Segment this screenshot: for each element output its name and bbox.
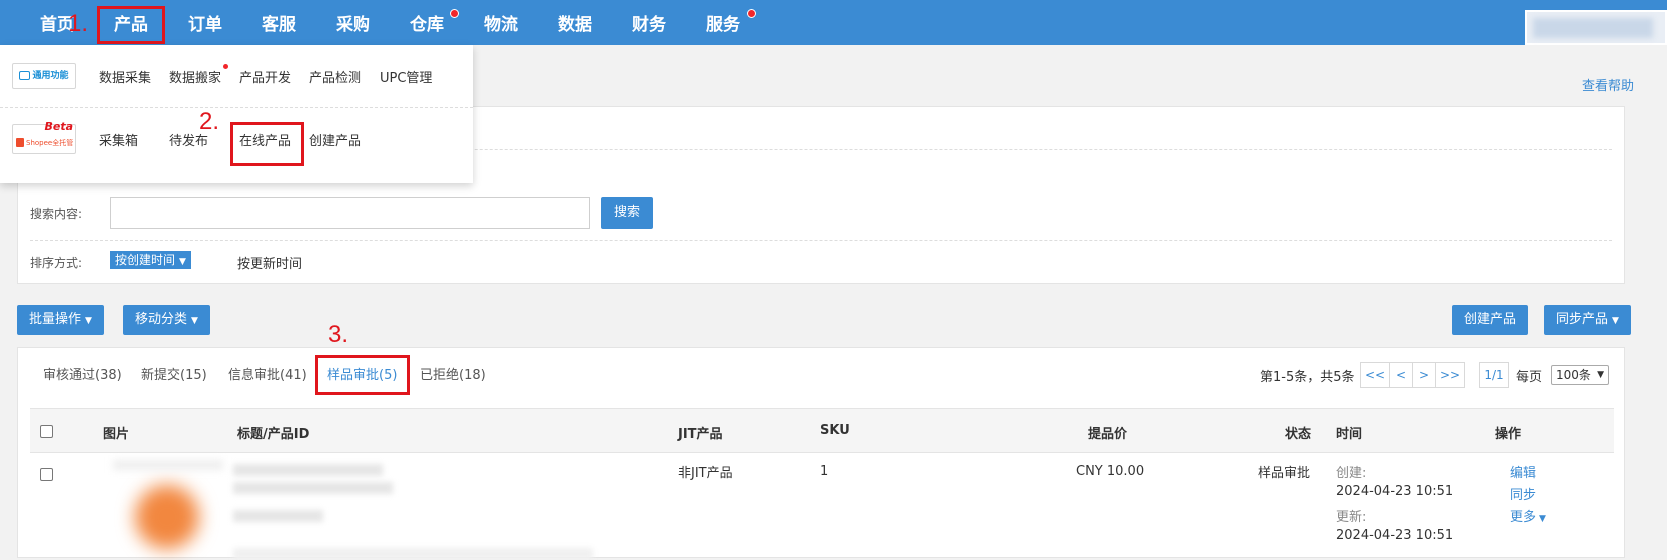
edit-link[interactable]: 编辑 bbox=[1510, 462, 1536, 481]
menu-create-product[interactable]: 创建产品 bbox=[309, 130, 361, 149]
menu-product-development[interactable]: 产品开发 bbox=[239, 67, 291, 86]
header-status: 状态 bbox=[1285, 427, 1312, 442]
annotation-step-1: 1. bbox=[68, 10, 89, 37]
shopee-bag-icon bbox=[16, 138, 24, 147]
product-list-panel: 审核通过(38) 新提交(15) 信息审批(41) 样品审批(5) 已拒绝(18… bbox=[17, 347, 1625, 560]
migration-notification-dot bbox=[223, 64, 228, 69]
annotation-step-2: 2. bbox=[199, 108, 220, 135]
general-functions-logo: 通用功能 bbox=[12, 63, 76, 89]
header-actions: 操作 bbox=[1495, 427, 1522, 442]
help-link[interactable]: 查看帮助 bbox=[1582, 75, 1634, 94]
beta-badge: Beta bbox=[44, 120, 73, 133]
header-jit: JIT产品 bbox=[678, 427, 723, 442]
nav-services[interactable]: 服务 bbox=[706, 0, 740, 45]
row-created-time: 2024-04-23 10:51 bbox=[1336, 484, 1454, 499]
shopee-logo-text: Shopee全托管 bbox=[26, 139, 74, 147]
sort-by-created-time[interactable]: 按创建时间 ▼ bbox=[110, 251, 191, 269]
per-page-select[interactable]: 100条 ▼ bbox=[1551, 365, 1609, 385]
menu-product-inspection[interactable]: 产品检测 bbox=[309, 67, 361, 86]
user-account-area[interactable] bbox=[1525, 10, 1667, 45]
sync-product-button[interactable]: 同步产品 ▼ bbox=[1544, 305, 1631, 335]
batch-operations-button[interactable]: 批量操作 ▼ bbox=[17, 305, 104, 335]
last-page-button[interactable]: >> bbox=[1435, 362, 1465, 388]
general-functions-logo-text: 通用功能 bbox=[32, 71, 69, 81]
sync-product-label: 同步产品 bbox=[1556, 312, 1609, 327]
row-jit: 非JIT产品 bbox=[678, 466, 733, 481]
header-price: 提品价 bbox=[1088, 427, 1128, 442]
menu-data-migration[interactable]: 数据搬家 bbox=[169, 67, 221, 86]
sync-link[interactable]: 同步 bbox=[1510, 484, 1536, 503]
header-sku: SKU bbox=[820, 423, 850, 438]
annotation-step-3: 3. bbox=[328, 321, 349, 348]
row-updated-time: 2024-04-23 10:51 bbox=[1336, 528, 1454, 543]
services-notification-dot bbox=[747, 9, 756, 18]
annotation-box-products bbox=[97, 6, 165, 44]
product-title-blurred[interactable] bbox=[233, 460, 603, 560]
table-header: 图片 标题/产品ID JIT产品 SKU 提品价 状态 时间 操作 bbox=[30, 408, 1614, 453]
top-navigation-bar: 首页 产品 订单 客服 采购 仓库 物流 数据 财务 服务 bbox=[0, 0, 1667, 45]
nav-finance[interactable]: 财务 bbox=[632, 0, 666, 45]
row-price: CNY 10.00 bbox=[1076, 464, 1145, 479]
row-status: 样品审批 bbox=[1258, 466, 1311, 481]
move-category-button[interactable]: 移动分类 ▼ bbox=[123, 305, 210, 335]
menu-collection-box[interactable]: 采集箱 bbox=[99, 130, 138, 149]
search-label: 搜索内容: bbox=[30, 207, 83, 221]
first-page-button[interactable]: << bbox=[1360, 362, 1390, 388]
nav-purchasing[interactable]: 采购 bbox=[336, 0, 370, 45]
batch-operations-label: 批量操作 bbox=[29, 312, 82, 327]
row-sku: 1 bbox=[820, 464, 829, 479]
sort-active-label: 按创建时间 bbox=[115, 253, 176, 267]
chevron-down-icon: ▼ bbox=[1539, 514, 1546, 524]
header-time: 时间 bbox=[1336, 427, 1363, 442]
chevron-down-icon: ▼ bbox=[1612, 316, 1619, 326]
shopee-full-custody-logo: Beta Shopee全托管 bbox=[12, 120, 76, 154]
caret-down-icon: ▼ bbox=[179, 257, 186, 267]
divider bbox=[30, 240, 1612, 241]
row-created-label: 创建: bbox=[1336, 466, 1367, 481]
chevron-down-icon: ▼ bbox=[191, 316, 198, 326]
create-product-button[interactable]: 创建产品 bbox=[1452, 305, 1529, 335]
nav-data[interactable]: 数据 bbox=[558, 0, 592, 45]
annotation-box-sample-approval bbox=[315, 355, 410, 395]
header-image: 图片 bbox=[103, 427, 130, 442]
per-page-value: 100条 bbox=[1556, 368, 1591, 382]
row-updated-label: 更新: bbox=[1336, 510, 1367, 525]
per-page-label: 每页 bbox=[1516, 370, 1543, 385]
tab-approved[interactable]: 审核通过(38) bbox=[43, 364, 122, 383]
header-title: 标题/产品ID bbox=[237, 427, 310, 442]
chevron-down-icon: ▼ bbox=[85, 316, 92, 326]
prev-page-button[interactable]: < bbox=[1389, 362, 1413, 388]
nav-logistics[interactable]: 物流 bbox=[484, 0, 518, 45]
move-category-label: 移动分类 bbox=[135, 312, 188, 327]
warehouse-notification-dot bbox=[450, 9, 459, 18]
product-thumbnail[interactable] bbox=[113, 460, 223, 559]
menu-data-collection[interactable]: 数据采集 bbox=[99, 67, 151, 86]
tab-new-submitted[interactable]: 新提交(15) bbox=[141, 364, 207, 383]
row-checkbox[interactable] bbox=[40, 468, 53, 481]
menu-upc-management[interactable]: UPC管理 bbox=[380, 67, 432, 86]
sort-by-updated-time[interactable]: 按更新时间 bbox=[237, 253, 302, 272]
nav-orders[interactable]: 订单 bbox=[188, 0, 222, 45]
pagination-summary: 第1-5条，共5条 bbox=[1260, 370, 1355, 385]
tab-info-approval[interactable]: 信息审批(41) bbox=[228, 364, 307, 383]
nav-customer-service[interactable]: 客服 bbox=[262, 0, 296, 45]
annotation-box-online-products bbox=[230, 122, 304, 166]
chevron-down-icon: ▼ bbox=[1597, 370, 1604, 380]
current-page: 1/1 bbox=[1479, 362, 1509, 388]
search-input[interactable] bbox=[110, 197, 590, 229]
dropdown-row-general: 通用功能 数据采集 数据搬家 产品开发 产品检测 UPC管理 bbox=[0, 45, 473, 108]
tab-rejected[interactable]: 已拒绝(18) bbox=[420, 364, 486, 383]
more-link[interactable]: 更多 ▼ bbox=[1510, 506, 1546, 525]
nav-warehouse[interactable]: 仓库 bbox=[410, 0, 444, 45]
next-page-button[interactable]: > bbox=[1412, 362, 1436, 388]
sort-label: 排序方式: bbox=[30, 256, 83, 270]
robot-icon bbox=[19, 71, 31, 80]
more-label: 更多 bbox=[1510, 510, 1537, 525]
search-button[interactable]: 搜索 bbox=[601, 197, 653, 229]
select-all-checkbox[interactable] bbox=[40, 425, 53, 438]
